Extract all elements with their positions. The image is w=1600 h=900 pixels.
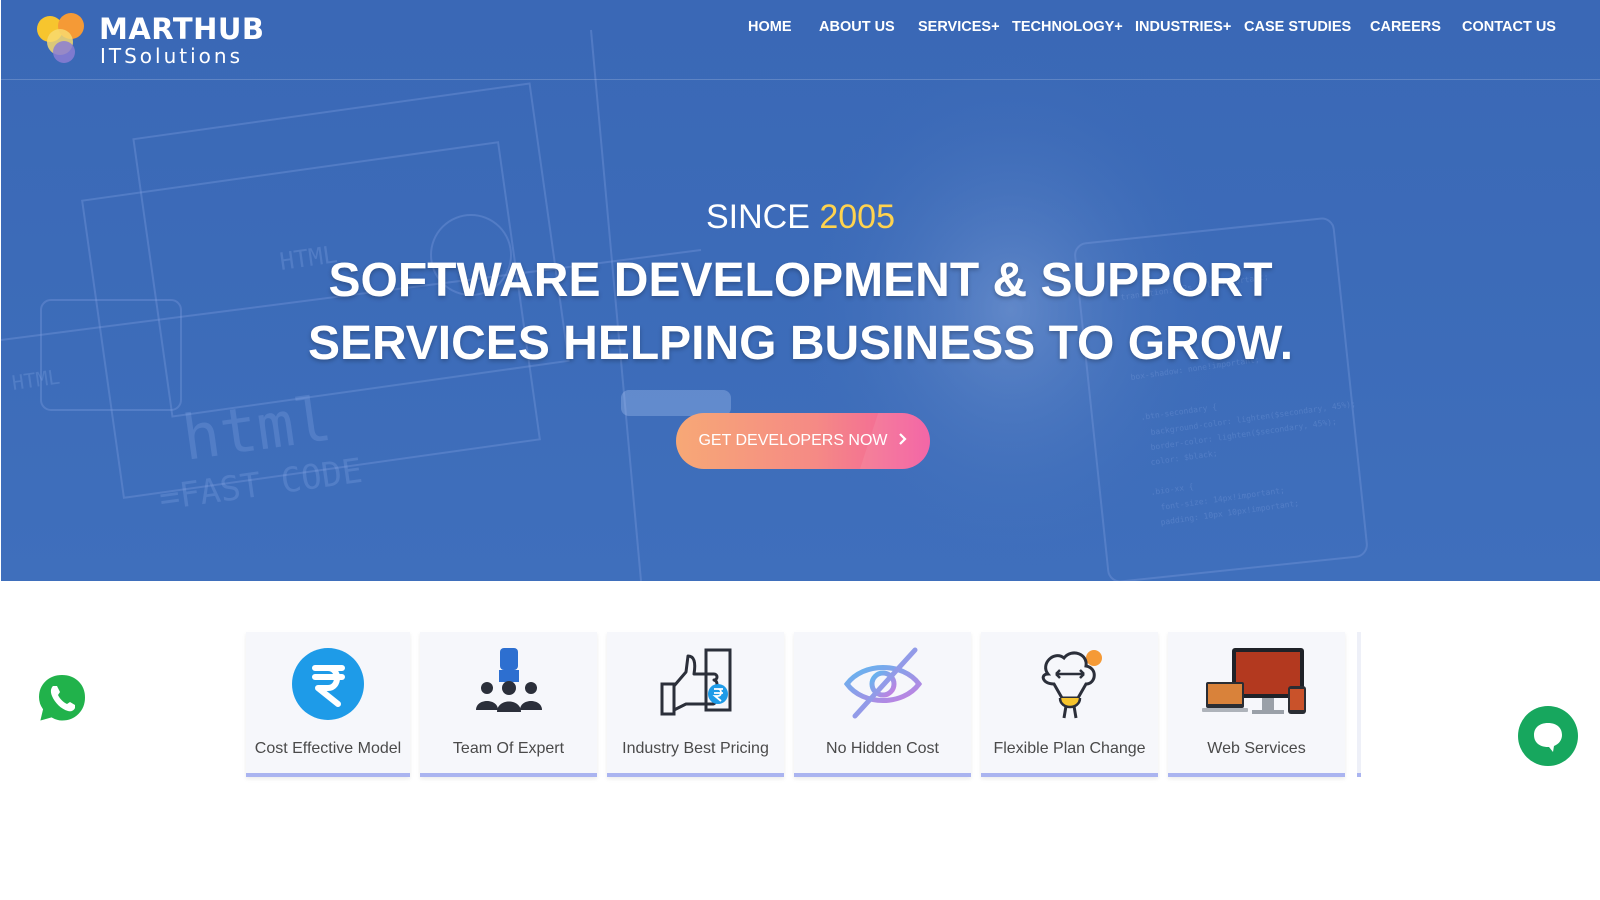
- since-prefix: SINCE: [705, 198, 810, 236]
- feature-card-team[interactable]: Team Of Expert: [420, 632, 597, 777]
- hero-headline-line1: SOFTWARE DEVELOPMENT & SUPPORT: [328, 254, 1273, 307]
- nav-technology[interactable]: TECHNOLOGY+: [1012, 19, 1123, 35]
- brand-tagline: ITSolutions: [100, 44, 244, 68]
- nav-contact-us[interactable]: CONTACT US: [1462, 19, 1556, 35]
- get-developers-button[interactable]: GET DEVELOPERS NOW: [676, 413, 930, 469]
- devices-icon: [1201, 648, 1306, 714]
- feature-card-next-partial: [1357, 632, 1361, 777]
- team-icon: [475, 648, 542, 712]
- feature-label: Cost Effective Model: [254, 740, 402, 757]
- feature-label: No Hidden Cost: [826, 740, 939, 757]
- flexible-plan-icon: [1041, 650, 1102, 719]
- whatsapp-icon[interactable]: [34, 670, 90, 726]
- rupee-icon: [292, 648, 364, 720]
- feature-label: Team Of Expert: [452, 740, 565, 757]
- main-nav: HOME ABOUT US SERVICES+ TECHNOLOGY+ INDU…: [1, 19, 1600, 43]
- hero-headline-line2: SERVICES HELPING BUSINESS TO GROW.: [307, 317, 1294, 370]
- top-navbar: MARTHUB ITSolutions HOME ABOUT US SERVIC…: [1, 0, 1600, 80]
- chevron-right-icon: [898, 432, 908, 450]
- feature-card-flexible-plan[interactable]: Flexible Plan Change: [981, 632, 1158, 777]
- nav-careers[interactable]: CAREERS: [1370, 19, 1441, 35]
- hero-section: html =FAST CODE HTML HTML transition: .2…: [1, 0, 1600, 581]
- feature-card-pricing[interactable]: Industry Best Pricing: [607, 632, 784, 777]
- feature-label: Industry Best Pricing: [622, 740, 769, 757]
- feature-card-no-hidden-cost[interactable]: No Hidden Cost: [794, 632, 971, 777]
- eye-off-icon: [843, 647, 922, 719]
- nav-services[interactable]: SERVICES+: [918, 19, 1000, 35]
- cta-label: GET DEVELOPERS NOW: [698, 432, 888, 449]
- nav-case-studies[interactable]: CASE STUDIES: [1244, 19, 1351, 35]
- feature-card-cost-effective[interactable]: Cost Effective Model: [246, 632, 410, 777]
- nav-industries[interactable]: INDUSTRIES+: [1135, 19, 1231, 35]
- nav-about-us[interactable]: ABOUT US: [819, 19, 895, 35]
- feature-label: Web Services: [1207, 740, 1306, 757]
- since-year: 2005: [819, 198, 895, 236]
- chat-bubble-icon[interactable]: [1518, 706, 1578, 766]
- thumbs-up-price-icon: [660, 648, 731, 716]
- feature-strip: Cost Effective Model Team Of Expert Indu…: [246, 632, 1361, 777]
- since-line: SINCE 2005: [1, 198, 1600, 237]
- feature-label: Flexible Plan Change: [993, 740, 1146, 757]
- nav-home[interactable]: HOME: [748, 19, 792, 35]
- feature-card-web-services[interactable]: Web Services: [1168, 632, 1345, 777]
